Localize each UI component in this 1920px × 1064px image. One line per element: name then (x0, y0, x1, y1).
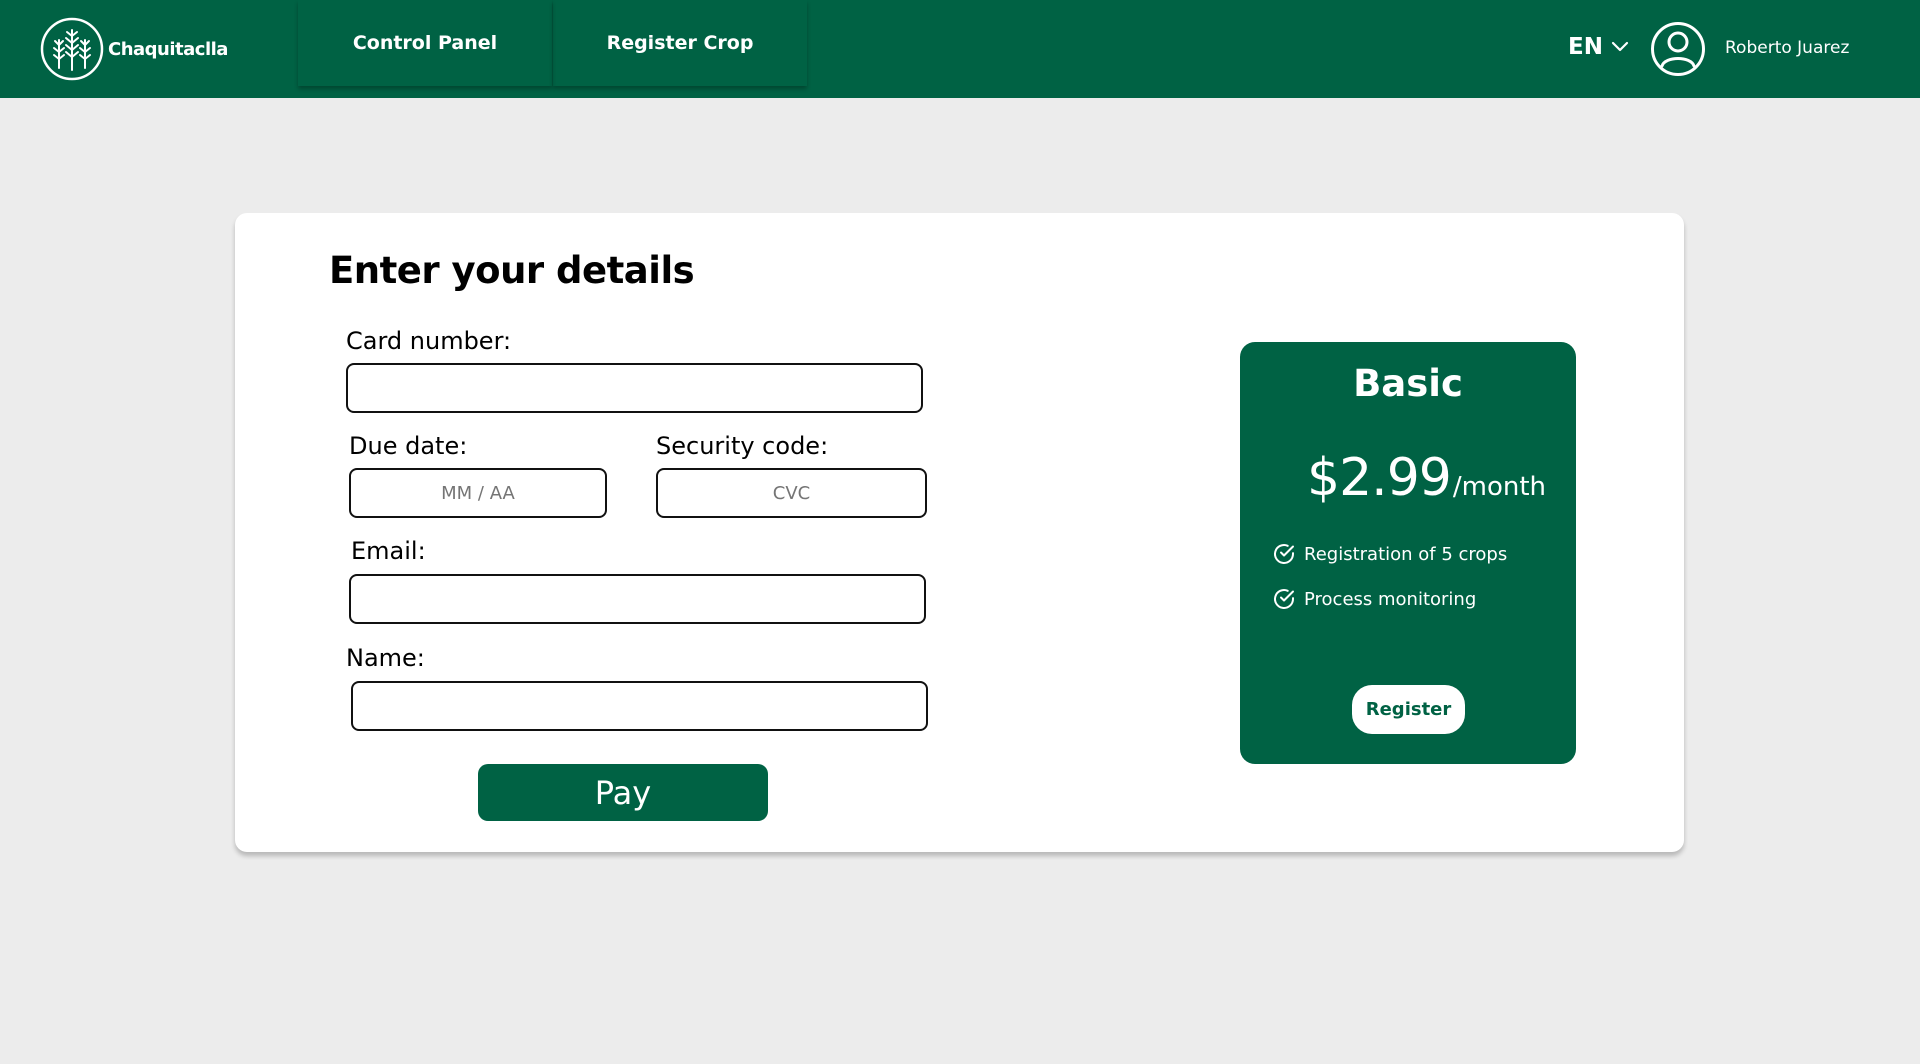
check-circle-icon (1274, 589, 1294, 609)
plan-name: Basic (1353, 362, 1463, 405)
due-date-input[interactable] (349, 468, 607, 518)
security-code-input[interactable] (656, 468, 927, 518)
brand-logo[interactable]: Chaquitaclla (39, 16, 228, 82)
plan-feature: Registration of 5 crops (1272, 542, 1507, 566)
register-button[interactable]: Register (1352, 685, 1465, 734)
language-label: EN (1568, 34, 1603, 60)
price-period: /month (1452, 472, 1547, 502)
plan-feature: Process monitoring (1272, 587, 1476, 611)
price-amount: $2.99 (1307, 448, 1452, 508)
due-date-label: Due date: (349, 432, 468, 460)
top-navbar: Chaquitaclla Control Panel Register Crop… (0, 0, 1920, 98)
name-label: Name: (346, 644, 425, 672)
plan-price: $2.99 /month (1307, 448, 1546, 508)
nav-register-crop[interactable]: Register Crop (553, 0, 807, 86)
nav-control-panel[interactable]: Control Panel (298, 0, 552, 86)
page-title: Enter your details (329, 249, 695, 292)
wheat-logo-icon (40, 17, 104, 81)
check-circle-icon (1274, 544, 1294, 564)
plan-feature-label: Registration of 5 crops (1304, 543, 1508, 565)
plan-card-basic: Basic $2.99 /month Registration of 5 cro… (1240, 342, 1576, 764)
card-number-label: Card number: (346, 327, 512, 355)
user-name[interactable]: Roberto Juarez (1725, 38, 1849, 58)
plan-feature-label: Process monitoring (1304, 588, 1477, 610)
email-label: Email: (351, 537, 426, 565)
pay-button[interactable]: Pay (478, 764, 768, 821)
security-code-label: Security code: (656, 432, 829, 460)
name-input[interactable] (351, 681, 928, 731)
payment-card: Enter your details Card number: Due date… (235, 213, 1684, 852)
language-selector[interactable]: EN (1568, 34, 1629, 60)
brand-name: Chaquitaclla (108, 38, 228, 60)
card-number-input[interactable] (346, 363, 923, 413)
user-avatar-icon[interactable] (1650, 21, 1706, 77)
email-input[interactable] (349, 574, 926, 624)
chevron-down-icon (1611, 41, 1629, 52)
